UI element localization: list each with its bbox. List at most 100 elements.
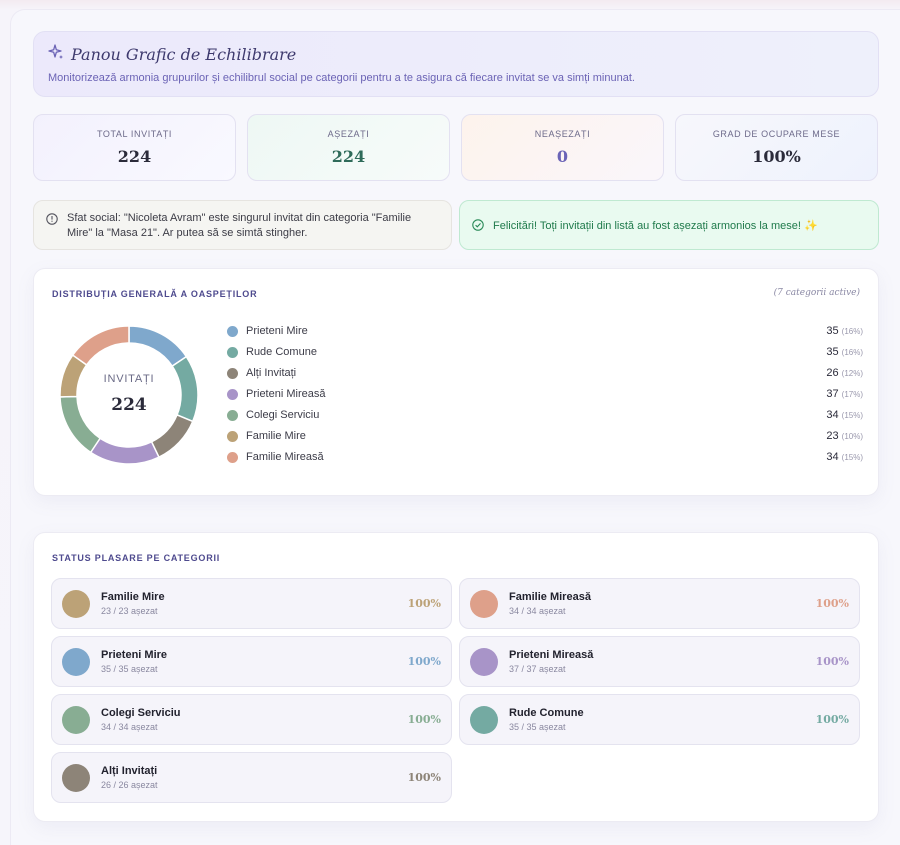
distribution-title: DISTRIBUȚIA GENERALĂ A OASPEȚILOR	[52, 289, 258, 299]
legend-color-dot	[227, 430, 238, 442]
legend-percent: (12%)	[841, 368, 863, 378]
stat-label: GRAD DE OCUPARE MESE	[712, 129, 841, 139]
category-avatar	[62, 705, 90, 734]
legend-percent: (16%)	[841, 326, 863, 336]
legend-color-dot	[227, 409, 238, 421]
legend-label: Prieteni Mireasă	[246, 388, 326, 400]
category-status-item: Alți Invitați 26 / 26 așezat 100%	[51, 752, 452, 803]
category-name: Familie Mire	[101, 591, 165, 603]
info-icon	[46, 213, 58, 225]
social-tip-text: Sfat social: "Nicoleta Avram" este singu…	[67, 212, 412, 239]
legend-label: Familie Mireasă	[246, 451, 324, 463]
stat-value: 224	[331, 147, 366, 166]
sparkle-icon	[48, 44, 64, 64]
legend-item: Prieteni Mire 35 (16%)	[227, 321, 863, 341]
legend-color-dot	[227, 325, 238, 337]
legend-percent: (17%)	[841, 389, 863, 399]
category-name: Alți Invitați	[101, 765, 158, 777]
category-status-item: Familie Mire 23 / 23 așezat 100%	[51, 578, 452, 629]
legend-count: 23	[826, 430, 839, 442]
legend-percent: (15%)	[841, 452, 863, 462]
legend-item: Familie Mireasă 34 (15%)	[227, 447, 863, 467]
category-seated-count: 23 / 23 așezat	[101, 606, 158, 616]
distribution-card: DISTRIBUȚIA GENERALĂ A OASPEȚILOR (7 cat…	[33, 268, 879, 496]
category-percent: 100%	[407, 771, 441, 784]
category-status-item: Rude Comune 35 / 35 așezat 100%	[459, 694, 860, 745]
legend-item: Rude Comune 35 (16%)	[227, 342, 863, 362]
placement-card: STATUS PLASARE PE CATEGORII Familie Mire…	[33, 532, 879, 822]
active-categories: (7 categorii active)	[773, 288, 860, 298]
category-seated-count: 35 / 35 așezat	[509, 722, 566, 732]
stat-occupancy: GRAD DE OCUPARE MESE 100%	[675, 114, 878, 181]
stat-value: 100%	[752, 147, 801, 166]
stat-seated: AȘEZAȚI 224	[247, 114, 450, 181]
legend-percent: (15%)	[841, 410, 863, 420]
legend-count: 34	[826, 409, 839, 421]
category-percent: 100%	[407, 713, 441, 726]
success-alert: Felicitări! Toți invitații din listă au …	[459, 200, 879, 250]
category-avatar	[470, 647, 498, 676]
legend-label: Familie Mire	[246, 430, 306, 442]
category-name: Prieteni Mireasă	[509, 649, 594, 661]
category-seated-count: 34 / 34 așezat	[509, 606, 566, 616]
donut-slice-prieteni-mire	[128, 325, 188, 368]
header-banner: Panou Grafic de Echilibrare Monitorizeaz…	[33, 31, 879, 97]
legend-label: Prieteni Mire	[246, 325, 308, 337]
category-status-item: Prieteni Mire 35 / 35 așezat 100%	[51, 636, 452, 687]
legend-label: Colegi Serviciu	[246, 409, 320, 421]
category-seated-count: 26 / 26 așezat	[101, 780, 158, 790]
legend-count: 34	[826, 451, 839, 463]
legend-count: 35	[826, 346, 839, 358]
legend-item: Familie Mire 23 (10%)	[227, 426, 863, 446]
category-percent: 100%	[407, 597, 441, 610]
legend-label: Alți Invitați	[246, 367, 297, 379]
category-avatar	[62, 647, 90, 676]
category-name: Familie Mireasă	[509, 591, 591, 603]
donut-slice-alti-invitati	[150, 413, 194, 459]
category-status-item: Prieteni Mireasă 37 / 37 așezat 100%	[459, 636, 860, 687]
legend-color-dot	[227, 451, 238, 463]
stat-unseated: NEAȘEZAȚI 0	[461, 114, 664, 181]
legend-count: 35	[826, 325, 839, 337]
category-percent: 100%	[407, 655, 441, 668]
stat-total-guests: TOTAL INVITAȚI 224	[33, 114, 236, 181]
donut-slice-prieteni-mireasa	[89, 437, 160, 465]
placement-title: STATUS PLASARE PE CATEGORII	[52, 553, 221, 563]
category-percent: 100%	[815, 597, 849, 610]
check-circle-icon	[472, 219, 484, 231]
category-seated-count: 37 / 37 așezat	[509, 664, 566, 674]
stat-value: 224	[117, 147, 152, 166]
page-title: Panou Grafic de Echilibrare	[71, 44, 297, 64]
stat-value: 0	[556, 147, 569, 166]
category-name: Colegi Serviciu	[101, 707, 181, 719]
legend-percent: (16%)	[841, 347, 863, 357]
category-avatar	[470, 705, 498, 734]
legend-count: 37	[826, 388, 839, 400]
donut-slice-rude-comune	[171, 355, 199, 423]
category-seated-count: 34 / 34 așezat	[101, 722, 158, 732]
category-status-item: Colegi Serviciu 34 / 34 așezat 100%	[51, 694, 452, 745]
page-subtitle: Monitorizează armonia grupurilor și echi…	[48, 72, 635, 84]
category-percent: 100%	[815, 713, 849, 726]
social-tip-alert: Sfat social: "Nicoleta Avram" este singu…	[33, 200, 452, 250]
legend-color-dot	[227, 367, 238, 379]
legend-label: Rude Comune	[246, 346, 317, 358]
category-name: Rude Comune	[509, 707, 584, 719]
legend-item: Prieteni Mireasă 37 (17%)	[227, 384, 863, 404]
donut-center-label: INVITAȚI	[103, 373, 155, 385]
category-seated-count: 35 / 35 așezat	[101, 664, 158, 674]
category-avatar	[62, 589, 90, 618]
legend-color-dot	[227, 346, 238, 358]
donut-slice-familie-mireasa	[71, 325, 130, 366]
stat-label: AȘEZAȚI	[327, 129, 370, 139]
legend-color-dot	[227, 388, 238, 400]
category-avatar	[470, 589, 498, 618]
legend-count: 26	[826, 367, 839, 379]
category-avatar	[62, 763, 90, 792]
legend-item: Alți Invitați 26 (12%)	[227, 363, 863, 383]
category-name: Prieteni Mire	[101, 649, 168, 661]
category-percent: 100%	[815, 655, 849, 668]
stat-label: NEAȘEZAȚI	[534, 129, 591, 139]
category-status-item: Familie Mireasă 34 / 34 așezat 100%	[459, 578, 860, 629]
success-text: Felicitări! Toți invitații din listă au …	[493, 219, 818, 232]
